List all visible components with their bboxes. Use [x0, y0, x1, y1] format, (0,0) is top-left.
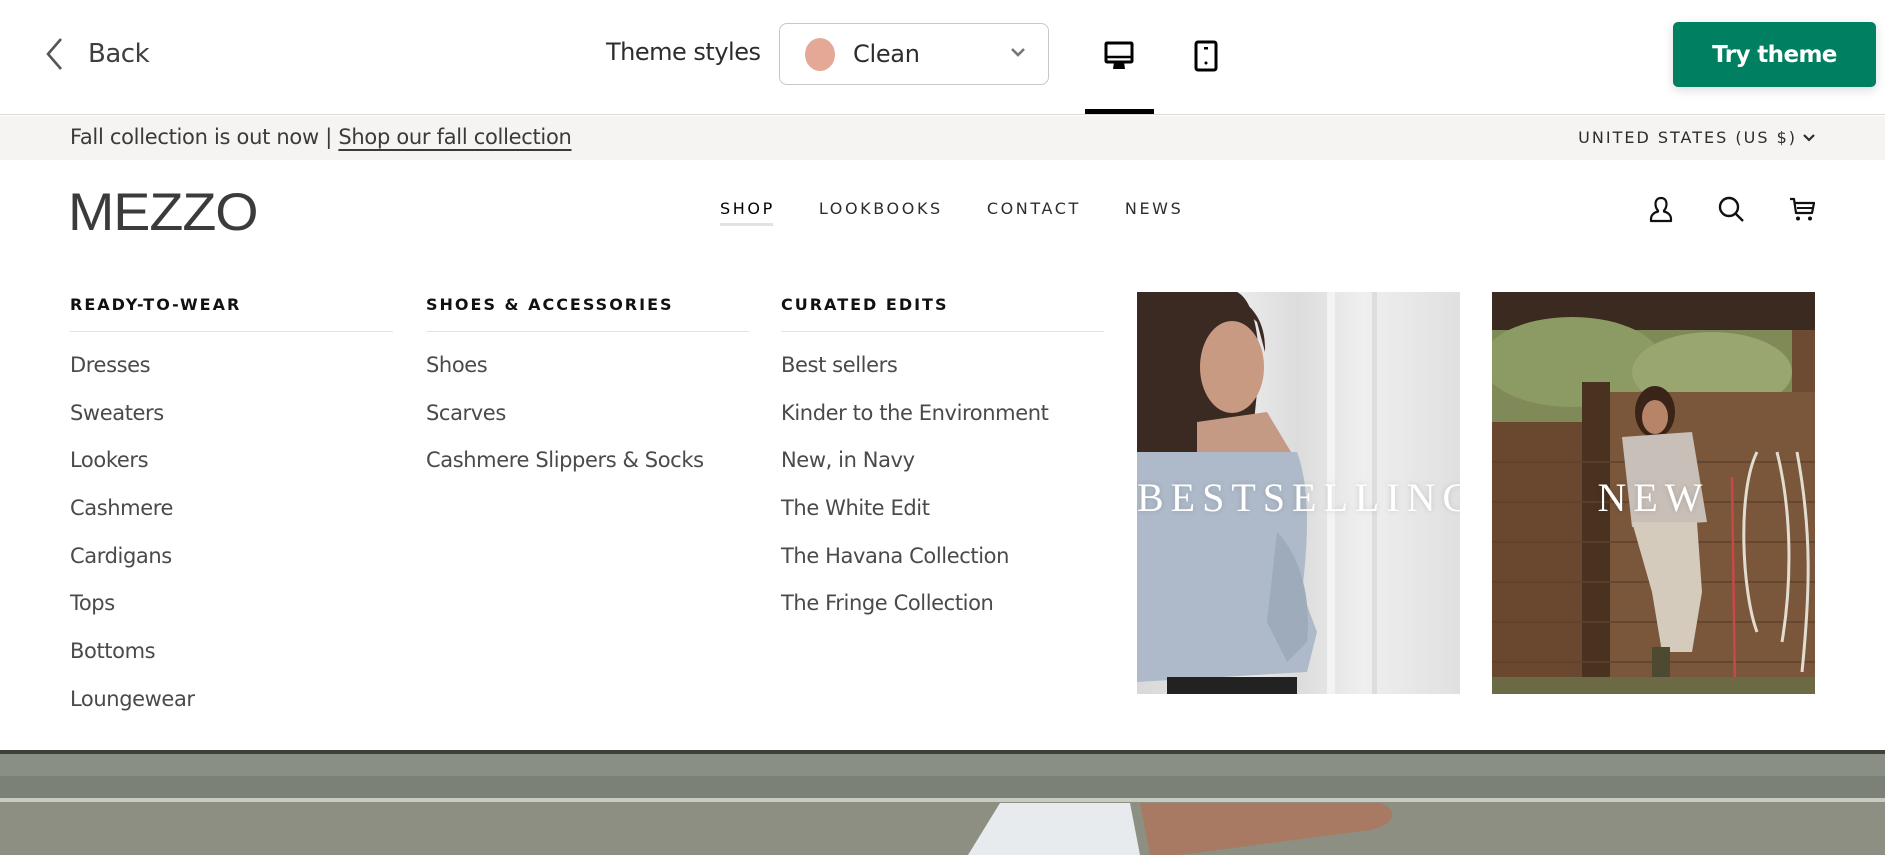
menu-link[interactable]: Lookers: [70, 445, 393, 493]
menu-link[interactable]: Cashmere Slippers & Socks: [426, 445, 749, 493]
menu-link[interactable]: Bottoms: [70, 636, 393, 684]
menu-column-heading: SHOES & ACCESSORIES: [426, 295, 749, 332]
chevron-left-icon: [46, 38, 62, 70]
menu-link[interactable]: New, in Navy: [781, 445, 1104, 493]
theme-style-select[interactable]: Clean: [779, 23, 1049, 85]
menu-column-heading: CURATED EDITS: [781, 295, 1104, 332]
menu-link[interactable]: Sweaters: [70, 398, 393, 446]
account-icon: [1649, 196, 1673, 223]
cart-button[interactable]: [1786, 193, 1818, 225]
announcement-message: Fall collection is out now | Shop our fa…: [70, 125, 572, 149]
nav-item-contact[interactable]: CONTACT: [987, 199, 1081, 218]
promo-new[interactable]: NEW: [1492, 292, 1815, 694]
search-icon: [1718, 196, 1744, 222]
desktop-preview-button[interactable]: [1099, 36, 1139, 76]
theme-editor-bar: Back Theme styles Clean Try theme: [0, 0, 1885, 115]
search-button[interactable]: [1715, 193, 1747, 225]
back-button[interactable]: Back: [44, 34, 150, 74]
menu-link[interactable]: Cashmere: [70, 493, 393, 541]
chevron-down-icon: [1803, 134, 1815, 142]
promo-bestselling[interactable]: BESTSELLING: [1137, 292, 1460, 694]
chevron-down-icon: [1011, 48, 1025, 57]
menu-link[interactable]: The Fringe Collection: [781, 588, 1104, 636]
menu-link[interactable]: Kinder to the Environment: [781, 398, 1104, 446]
menu-link[interactable]: Cardigans: [70, 541, 393, 589]
active-device-indicator: [1085, 109, 1154, 114]
menu-link[interactable]: The Havana Collection: [781, 541, 1104, 589]
hero-image: [0, 750, 1885, 855]
menu-link[interactable]: Dresses: [70, 350, 393, 398]
cart-icon: [1790, 197, 1816, 221]
menu-column-shoes-accessories: SHOES & ACCESSORIES Shoes Scarves Cashme…: [426, 295, 749, 493]
menu-column-curated-edits: CURATED EDITS Best sellers Kinder to the…: [781, 295, 1104, 636]
menu-link[interactable]: Tops: [70, 588, 393, 636]
mobile-preview-button[interactable]: [1186, 36, 1226, 76]
store-logo[interactable]: MEZZO: [68, 182, 259, 243]
menu-column-heading: READY-TO-WEAR: [70, 295, 393, 332]
theme-style-value: Clean: [853, 40, 920, 68]
announcement-text: Fall collection is out now |: [70, 125, 339, 149]
menu-link[interactable]: Scarves: [426, 398, 749, 446]
country-selector-label: UNITED STATES (US $): [1578, 128, 1797, 147]
menu-link[interactable]: The White Edit: [781, 493, 1104, 541]
menu-link[interactable]: Best sellers: [781, 350, 1104, 398]
menu-link[interactable]: Loungewear: [70, 684, 393, 732]
store-header: MEZZO SHOP LOOKBOOKS CONTACT NEWS: [0, 160, 1885, 250]
country-selector[interactable]: UNITED STATES (US $): [1578, 128, 1815, 147]
promo-caption: BESTSELLING: [1137, 475, 1460, 520]
main-nav: SHOP LOOKBOOKS CONTACT NEWS: [720, 199, 1227, 226]
shop-mega-menu: READY-TO-WEAR Dresses Sweaters Lookers C…: [0, 250, 1885, 750]
menu-column-ready-to-wear: READY-TO-WEAR Dresses Sweaters Lookers C…: [70, 295, 393, 732]
hero-banner-image[interactable]: [0, 750, 1885, 855]
theme-color-swatch: [805, 37, 835, 71]
promo-caption: NEW: [1597, 475, 1710, 520]
desktop-icon: [1104, 41, 1134, 69]
try-theme-button[interactable]: Try theme: [1673, 22, 1876, 87]
account-button[interactable]: [1645, 193, 1677, 225]
theme-styles-label: Theme styles: [606, 38, 761, 66]
back-label: Back: [88, 39, 150, 69]
nav-item-news[interactable]: NEWS: [1125, 199, 1183, 218]
shop-fall-collection-link[interactable]: Shop our fall collection: [338, 125, 571, 149]
nav-item-shop[interactable]: SHOP: [720, 199, 775, 226]
mobile-icon: [1194, 40, 1218, 72]
announcement-bar: Fall collection is out now | Shop our fa…: [0, 116, 1885, 160]
menu-link[interactable]: Shoes: [426, 350, 749, 398]
nav-item-lookbooks[interactable]: LOOKBOOKS: [819, 199, 943, 218]
